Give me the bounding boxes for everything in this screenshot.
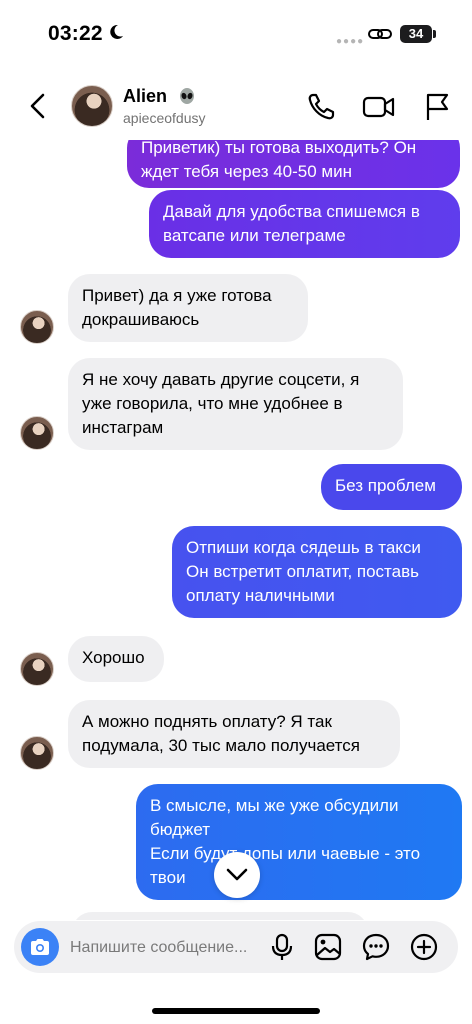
message-list[interactable]: Приветик) ты готова выходить? Он ждет те… <box>0 140 472 920</box>
contact-name-text: Alien <box>123 86 168 106</box>
scroll-to-bottom-button[interactable] <box>214 852 260 898</box>
status-time: 03:22 <box>48 22 103 45</box>
alien-emoji-icon <box>180 88 195 104</box>
message-line: Привет) да я уже готова <box>82 286 272 305</box>
message-line: бюджет <box>150 820 211 839</box>
message-line: подумала, 30 тыс мало получается <box>82 736 360 755</box>
video-call-icon[interactable] <box>362 92 396 122</box>
sender-avatar[interactable] <box>20 652 54 686</box>
message-line: оплату наличными <box>186 586 335 605</box>
home-indicator[interactable] <box>152 1008 320 1014</box>
message-line: твои <box>150 868 186 887</box>
message-line: ватсапе или телеграме <box>163 226 346 245</box>
contact-avatar[interactable] <box>71 85 113 127</box>
message-outgoing[interactable]: В смысле, мы же уже обсудили бюджет Если… <box>136 784 462 900</box>
message-line: Я не хочу давать другие соцсети, я <box>82 370 360 389</box>
add-icon[interactable] <box>410 933 438 961</box>
message-line: инстаграм <box>82 418 164 437</box>
message-line: докрашиваюсь <box>82 310 200 329</box>
sender-avatar[interactable] <box>20 310 54 344</box>
message-line: Отпиши когда сядешь в такси <box>186 538 421 557</box>
message-incoming[interactable]: Привет) да я уже готова докрашиваюсь <box>68 274 308 342</box>
microphone-icon[interactable] <box>271 933 293 961</box>
message-incoming[interactable]: А можно поднять оплату? Я так подумала, … <box>68 700 400 768</box>
message-line: В смысле, мы же уже обсудили <box>150 796 399 815</box>
message-outgoing[interactable]: Без проблем <box>321 464 462 510</box>
message-incoming[interactable]: Я не хочу давать другие соцсети, я уже г… <box>68 358 403 450</box>
message-incoming-partial <box>72 912 368 920</box>
contact-username: apieceofdusy <box>123 110 206 126</box>
contact-name[interactable]: Alien <box>123 86 196 107</box>
chat-header: Alien apieceofdusy <box>0 70 472 140</box>
message-outgoing[interactable]: Отпиши когда сядешь в такси Он встретит … <box>172 526 462 618</box>
phone-icon[interactable] <box>306 92 336 122</box>
message-line: Приветик) ты готова выходить? Он <box>141 140 417 157</box>
message-line: Если будут допы или чаевые - это <box>150 844 421 863</box>
message-line: Он встретит оплатит, поставь <box>186 562 419 581</box>
message-line: А можно поднять оплату? Я так <box>82 712 332 731</box>
moon-icon <box>110 24 123 39</box>
message-line: Хорошо <box>82 648 145 667</box>
sender-avatar[interactable] <box>20 736 54 770</box>
back-arrow-icon[interactable] <box>26 92 50 120</box>
message-line: Без проблем <box>335 476 436 495</box>
message-line: Давай для удобства спишемся в <box>163 202 420 221</box>
report-flag-icon[interactable] <box>423 92 451 122</box>
camera-button[interactable] <box>21 928 59 966</box>
chain-link-icon <box>368 29 392 39</box>
message-outgoing[interactable]: Приветик) ты готова выходить? Он ждет те… <box>127 140 460 188</box>
camera-icon <box>31 939 49 955</box>
status-bar: 03:22 ●●●● 34 <box>0 0 472 70</box>
chevron-down-icon <box>226 868 248 881</box>
battery-indicator: 34 <box>400 25 432 43</box>
message-input[interactable] <box>68 935 272 961</box>
message-outgoing[interactable]: Давай для удобства спишемся в ватсапе ил… <box>149 190 460 258</box>
sender-avatar[interactable] <box>20 416 54 450</box>
message-composer <box>14 921 458 973</box>
message-line: уже говорила, что мне удобнее в <box>82 394 343 413</box>
battery-cap <box>433 30 436 38</box>
message-line: ждет тебя через 40-50 мин <box>141 162 352 181</box>
sticker-chat-icon[interactable] <box>362 933 390 961</box>
message-incoming[interactable]: Хорошо <box>68 636 164 682</box>
gallery-icon[interactable] <box>314 933 342 961</box>
signal-icon: ●●●● <box>336 36 365 47</box>
